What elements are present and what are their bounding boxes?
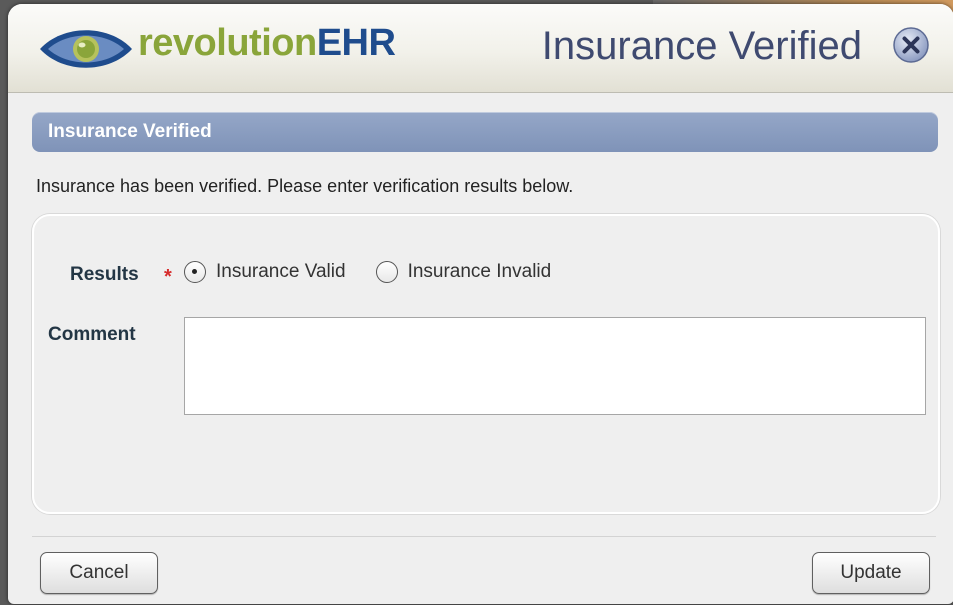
- app-logo: revolutionEHR: [138, 22, 396, 65]
- logo-text-revolution: revolution: [138, 22, 317, 64]
- comment-label: Comment: [48, 324, 136, 345]
- dialog-titlebar: revolutionEHR Insurance Verified: [8, 4, 953, 93]
- cancel-button[interactable]: Cancel: [40, 552, 158, 594]
- results-radio-group: Insurance Valid Insurance Invalid: [184, 261, 581, 283]
- radio-insurance-valid[interactable]: Insurance Valid: [184, 261, 346, 283]
- results-label: Results: [70, 264, 139, 285]
- radio-button-unchecked[interactable]: [375, 261, 398, 283]
- insurance-verified-dialog: revolutionEHR Insurance Verified Insuran…: [8, 4, 953, 604]
- footer-divider: [32, 536, 936, 537]
- update-button[interactable]: Update: [812, 552, 930, 594]
- comment-textarea[interactable]: [184, 317, 926, 415]
- radio-button-checked[interactable]: [184, 261, 206, 283]
- close-icon[interactable]: [892, 26, 930, 64]
- dialog-title: Insurance Verified: [541, 24, 862, 68]
- section-header: Insurance Verified: [32, 112, 938, 152]
- eye-logo-icon: [40, 30, 132, 68]
- intro-text: Insurance has been verified. Please ente…: [36, 176, 574, 196]
- radio-label-invalid: Insurance Invalid: [407, 261, 552, 282]
- radio-insurance-invalid[interactable]: Insurance Invalid: [375, 261, 552, 283]
- logo-text-ehr: EHR: [316, 22, 396, 64]
- radio-label-valid: Insurance Valid: [216, 261, 346, 282]
- required-marker: *: [164, 266, 172, 288]
